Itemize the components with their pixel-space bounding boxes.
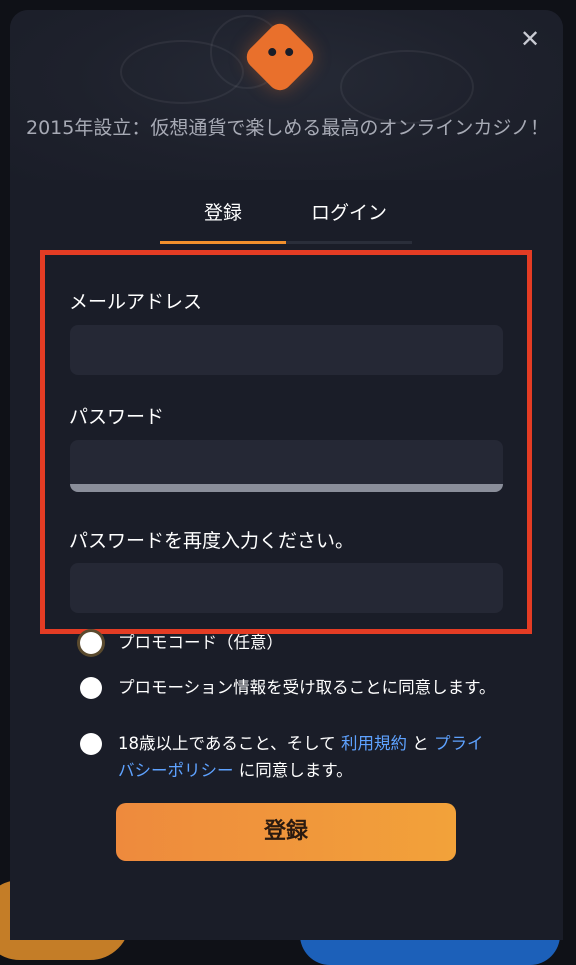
terms-link[interactable]: 利用規約: [341, 734, 407, 753]
logo-eye: [268, 48, 277, 57]
email-field[interactable]: [70, 325, 503, 375]
decorative-ring: [340, 50, 474, 124]
promo-code-label: プロモコード（任意）: [118, 633, 283, 652]
auth-tabs: 登録 ログイン: [160, 195, 412, 245]
promo-consent-checkbox[interactable]: [80, 677, 102, 699]
password-confirm-label: パスワードを再度入力ください。: [69, 530, 355, 552]
promo-code-checkbox[interactable]: [80, 632, 102, 654]
hero-banner: [10, 10, 563, 180]
registration-modal: ✕ 2015年設立：仮想通貨で楽しめる最高のオンラインカジノ！ 登録 ログイン …: [10, 10, 563, 940]
tagline: 2015年設立：仮想通貨で楽しめる最高のオンラインカジノ！: [26, 117, 549, 139]
tab-register[interactable]: 登録: [160, 195, 286, 244]
tab-login[interactable]: ログイン: [286, 195, 412, 244]
age-terms-prefix: 18歳以上であること、そして: [118, 734, 336, 753]
age-terms-label: 18歳以上であること、そして 利用規約 と プライバシーポリシー に同意します。: [118, 730, 498, 784]
password-field[interactable]: [70, 440, 503, 492]
age-terms-suffix: に同意します。: [238, 761, 353, 780]
register-button[interactable]: 登録: [116, 803, 456, 861]
password-confirm-field[interactable]: [70, 563, 503, 613]
age-terms-and: と: [412, 734, 429, 753]
logo-eye: [285, 48, 294, 57]
email-label: メールアドレス: [69, 291, 203, 313]
close-icon[interactable]: ✕: [518, 27, 542, 51]
registration-form-highlight: メールアドレス パスワード パスワードを再度入力ください。: [40, 250, 532, 634]
promo-consent-label: プロモーション情報を受け取ることに同意します。: [118, 678, 496, 697]
password-label: パスワード: [69, 406, 165, 428]
age-terms-checkbox[interactable]: [80, 733, 102, 755]
